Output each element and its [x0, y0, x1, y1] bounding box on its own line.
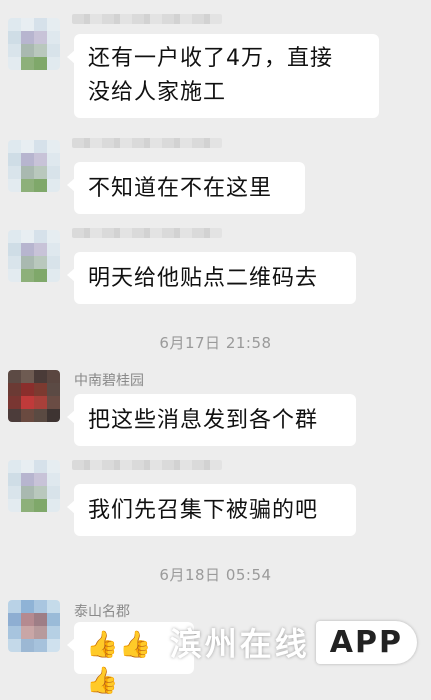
avatar[interactable] — [8, 460, 60, 512]
sender-name-blurred — [72, 228, 222, 238]
watermark-logo: 滨州在线 APP — [170, 611, 417, 673]
watermark-app-badge: APP — [315, 620, 417, 664]
message-bubble[interactable]: 还有一户收了4万，直接 没给人家施工 — [67, 34, 379, 118]
message-bubble[interactable]: 不知道在不在这里 — [67, 162, 305, 214]
watermark-brand: 滨州在线 — [169, 625, 310, 663]
message-text: 没给人家施工 — [88, 80, 227, 105]
message-bubble[interactable]: 明天给他贴点二维码去 — [67, 252, 356, 304]
message-text: 明天给他贴点二维码去 — [88, 266, 319, 291]
timestamp: 6月17日 21:58 — [159, 334, 272, 352]
message-bubble[interactable]: 我们先召集下被骗的吧 — [67, 484, 356, 536]
message-bubble[interactable]: 把这些消息发到各个群 — [67, 394, 356, 446]
sender-name-blurred — [72, 138, 222, 148]
thumbs-up-icon: 👍👍👍 — [86, 630, 153, 696]
message-text: 还有一户收了4万，直接 — [88, 46, 333, 71]
sender-name: 泰山名郡 — [74, 604, 130, 620]
avatar[interactable] — [8, 230, 60, 282]
avatar[interactable] — [8, 18, 60, 70]
sender-name-blurred — [72, 460, 222, 470]
avatar[interactable] — [8, 600, 60, 652]
timestamp: 6月18日 05:54 — [159, 566, 272, 584]
sender-name: 中南碧桂园 — [74, 373, 144, 389]
message-text: 不知道在不在这里 — [88, 176, 273, 201]
avatar[interactable] — [8, 370, 60, 422]
avatar[interactable] — [8, 140, 60, 192]
message-text: 我们先召集下被骗的吧 — [88, 498, 319, 523]
sender-name-blurred — [72, 14, 222, 24]
message-text: 把这些消息发到各个群 — [88, 408, 319, 433]
